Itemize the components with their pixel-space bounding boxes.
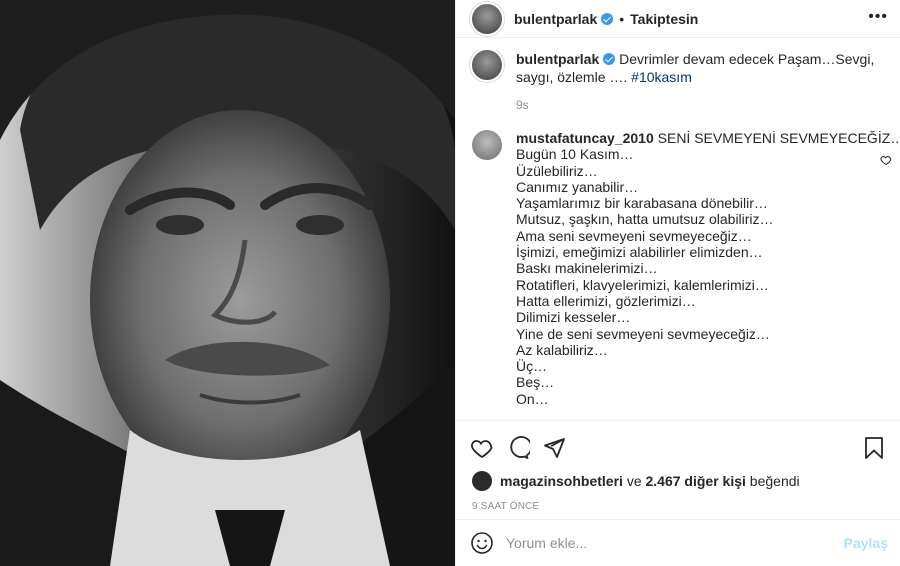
comment-line: Canımız yanabilir…	[516, 178, 639, 195]
author-username[interactable]: bulentparlak	[514, 11, 597, 27]
separator-dot: •	[619, 10, 625, 27]
comment-line: Hatta ellerimizi, gözlerimizi…	[516, 292, 696, 309]
comment-first-line: mustafatuncay_2010 SENİ SEVMEYENİ SEVMEY…	[516, 130, 900, 146]
comment-line: Beş…	[516, 374, 555, 391]
comment-line: Baskı makinelerimizi…	[516, 260, 658, 277]
comment-input[interactable]	[506, 534, 844, 551]
comment-line: On…	[516, 390, 549, 407]
comment-line: Bugün 10 Kasım…	[516, 146, 634, 163]
comment-line: Yine de seni sevmeyeni sevmeyeceğiz…	[516, 325, 770, 342]
commenter-avatar[interactable]	[472, 130, 502, 160]
follow-status-button[interactable]: Takiptesin	[630, 11, 698, 27]
post-sidebar: bulentparlak • Takiptesin ••• bulentparl…	[455, 0, 900, 566]
verified-badge-icon	[601, 12, 614, 25]
paper-plane-icon[interactable]	[542, 436, 566, 460]
caption: bulentparlak Devrimler devam edecek Paşa…	[472, 50, 884, 114]
liker-avatar[interactable]	[472, 471, 492, 491]
post-modal: bulentparlak • Takiptesin ••• bulentparl…	[0, 0, 900, 566]
first-liker-username[interactable]: magazinsohbetleri	[500, 473, 623, 489]
commenter-username[interactable]: mustafatuncay_2010	[516, 130, 654, 146]
add-comment-bar: Paylaş	[456, 519, 900, 565]
caption-time: 9s	[516, 98, 529, 112]
comment-line: SENİ SEVMEYENİ SEVMEYECEĞİZ…	[657, 130, 900, 146]
comment-item: mustafatuncay_2010 SENİ SEVMEYENİ SEVMEY…	[472, 130, 900, 407]
hashtag-link[interactable]: #10kasım	[631, 69, 692, 85]
more-options-icon[interactable]: •••	[868, 8, 888, 26]
comment-line: İşimizi, emeğimizi alabilirler elimizden…	[516, 244, 763, 261]
comment-line: Rotatifleri, klavyelerimizi, kalemlerimi…	[516, 276, 769, 293]
bookmark-icon[interactable]	[862, 436, 886, 460]
comment-line: Yaşamlarımız bir karabasana dönebilir…	[516, 195, 768, 212]
post-timestamp[interactable]: 9 SAAT ÖNCE	[456, 491, 900, 512]
comment-line: Üzülebiliriz…	[516, 162, 598, 179]
caption-body: bulentparlak Devrimler devam edecek Paşa…	[516, 50, 876, 114]
comment-line: Az kalabiliriz…	[516, 341, 608, 358]
author-avatar[interactable]	[472, 3, 502, 34]
comment-body: mustafatuncay_2010 SENİ SEVMEYENİ SEVMEY…	[516, 130, 900, 407]
comments-list[interactable]: bulentparlak Devrimler devam edecek Paşa…	[456, 50, 900, 418]
share-comment-button[interactable]: Paylaş	[844, 535, 888, 551]
comment-icon[interactable]	[506, 436, 530, 460]
comment-line: Üç…	[516, 358, 548, 375]
smiley-icon[interactable]	[470, 531, 494, 555]
post-actions: magazinsohbetleri ve 2.467 diğer kişi be…	[456, 420, 900, 565]
post-header: bulentparlak • Takiptesin •••	[456, 0, 900, 38]
portrait-image	[0, 0, 455, 566]
comment-line: Mutsuz, şaşkın, hatta umutsuz olabiliriz…	[516, 211, 774, 228]
heart-icon[interactable]	[470, 436, 494, 460]
post-photo[interactable]	[0, 0, 455, 566]
action-icons-row	[456, 421, 900, 465]
comment-line: Dilimizi kesseler…	[516, 309, 631, 326]
caption-avatar[interactable]	[472, 50, 502, 80]
comment-line: Ama seni sevmeyeni sevmeyeceğiz…	[516, 227, 752, 244]
likes-count-link[interactable]: 2.467 diğer kişi	[646, 473, 746, 489]
comment-like-heart-icon[interactable]	[880, 154, 892, 166]
caption-username[interactable]: bulentparlak	[516, 51, 599, 67]
verified-badge-icon	[603, 53, 616, 65]
likes-connector: ve	[626, 473, 642, 489]
likes-suffix: beğendi	[749, 473, 800, 489]
likes-summary: magazinsohbetleri ve 2.467 diğer kişi be…	[456, 465, 900, 491]
